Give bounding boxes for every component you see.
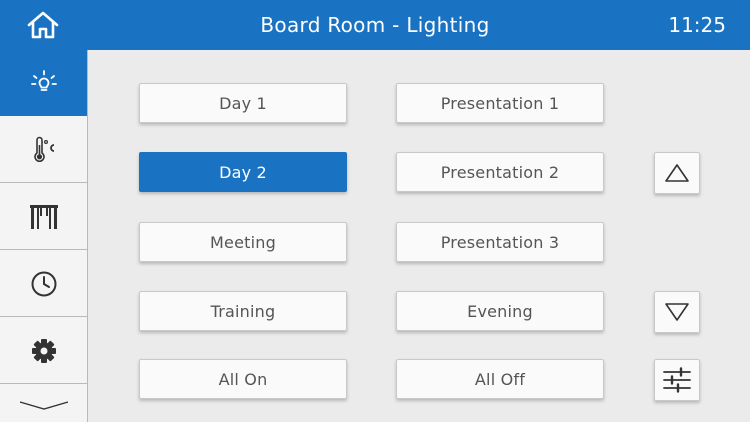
triangle-up-icon — [665, 164, 689, 182]
scene-button-evening[interactable]: Evening — [396, 291, 604, 331]
gear-icon — [31, 338, 56, 363]
scene-button-presentation-1[interactable]: Presentation 1 — [396, 83, 604, 123]
sidebar-item-blinds[interactable] — [0, 184, 87, 250]
home-icon — [27, 11, 59, 39]
header-bar: Board Room - Lighting 11:25 — [0, 0, 750, 50]
scene-button-presentation-2[interactable]: Presentation 2 — [396, 152, 604, 192]
scene-button-all-off[interactable]: All Off — [396, 359, 604, 399]
sidebar-item-settings[interactable] — [0, 318, 87, 384]
sidebar — [0, 50, 88, 422]
sidebar-item-climate[interactable] — [0, 117, 87, 183]
scene-button-presentation-3[interactable]: Presentation 3 — [396, 222, 604, 262]
sliders-icon — [663, 367, 691, 393]
sidebar-item-schedule[interactable] — [0, 251, 87, 317]
scene-button-all-on[interactable]: All On — [139, 359, 347, 399]
adjust-button[interactable] — [654, 359, 700, 401]
thermometer-celsius-icon — [33, 136, 54, 162]
page-down-button[interactable] — [654, 291, 700, 333]
sidebar-item-lighting[interactable] — [0, 50, 87, 116]
scene-button-day-1[interactable]: Day 1 — [139, 83, 347, 123]
scene-button-meeting[interactable]: Meeting — [139, 222, 347, 262]
chevron-down-icon — [19, 400, 68, 410]
scene-button-day-2[interactable]: Day 2 — [139, 152, 347, 192]
page-up-button[interactable] — [654, 152, 700, 194]
home-button[interactable] — [0, 0, 86, 50]
blinds-icon — [29, 204, 58, 229]
page-title: Board Room - Lighting — [260, 13, 490, 37]
lightbulb-icon — [30, 69, 57, 91]
triangle-down-icon — [665, 303, 689, 321]
clock-display: 11:25 — [668, 13, 726, 37]
scene-button-training[interactable]: Training — [139, 291, 347, 331]
clock-icon — [31, 271, 56, 296]
sidebar-more-button[interactable] — [0, 387, 87, 422]
